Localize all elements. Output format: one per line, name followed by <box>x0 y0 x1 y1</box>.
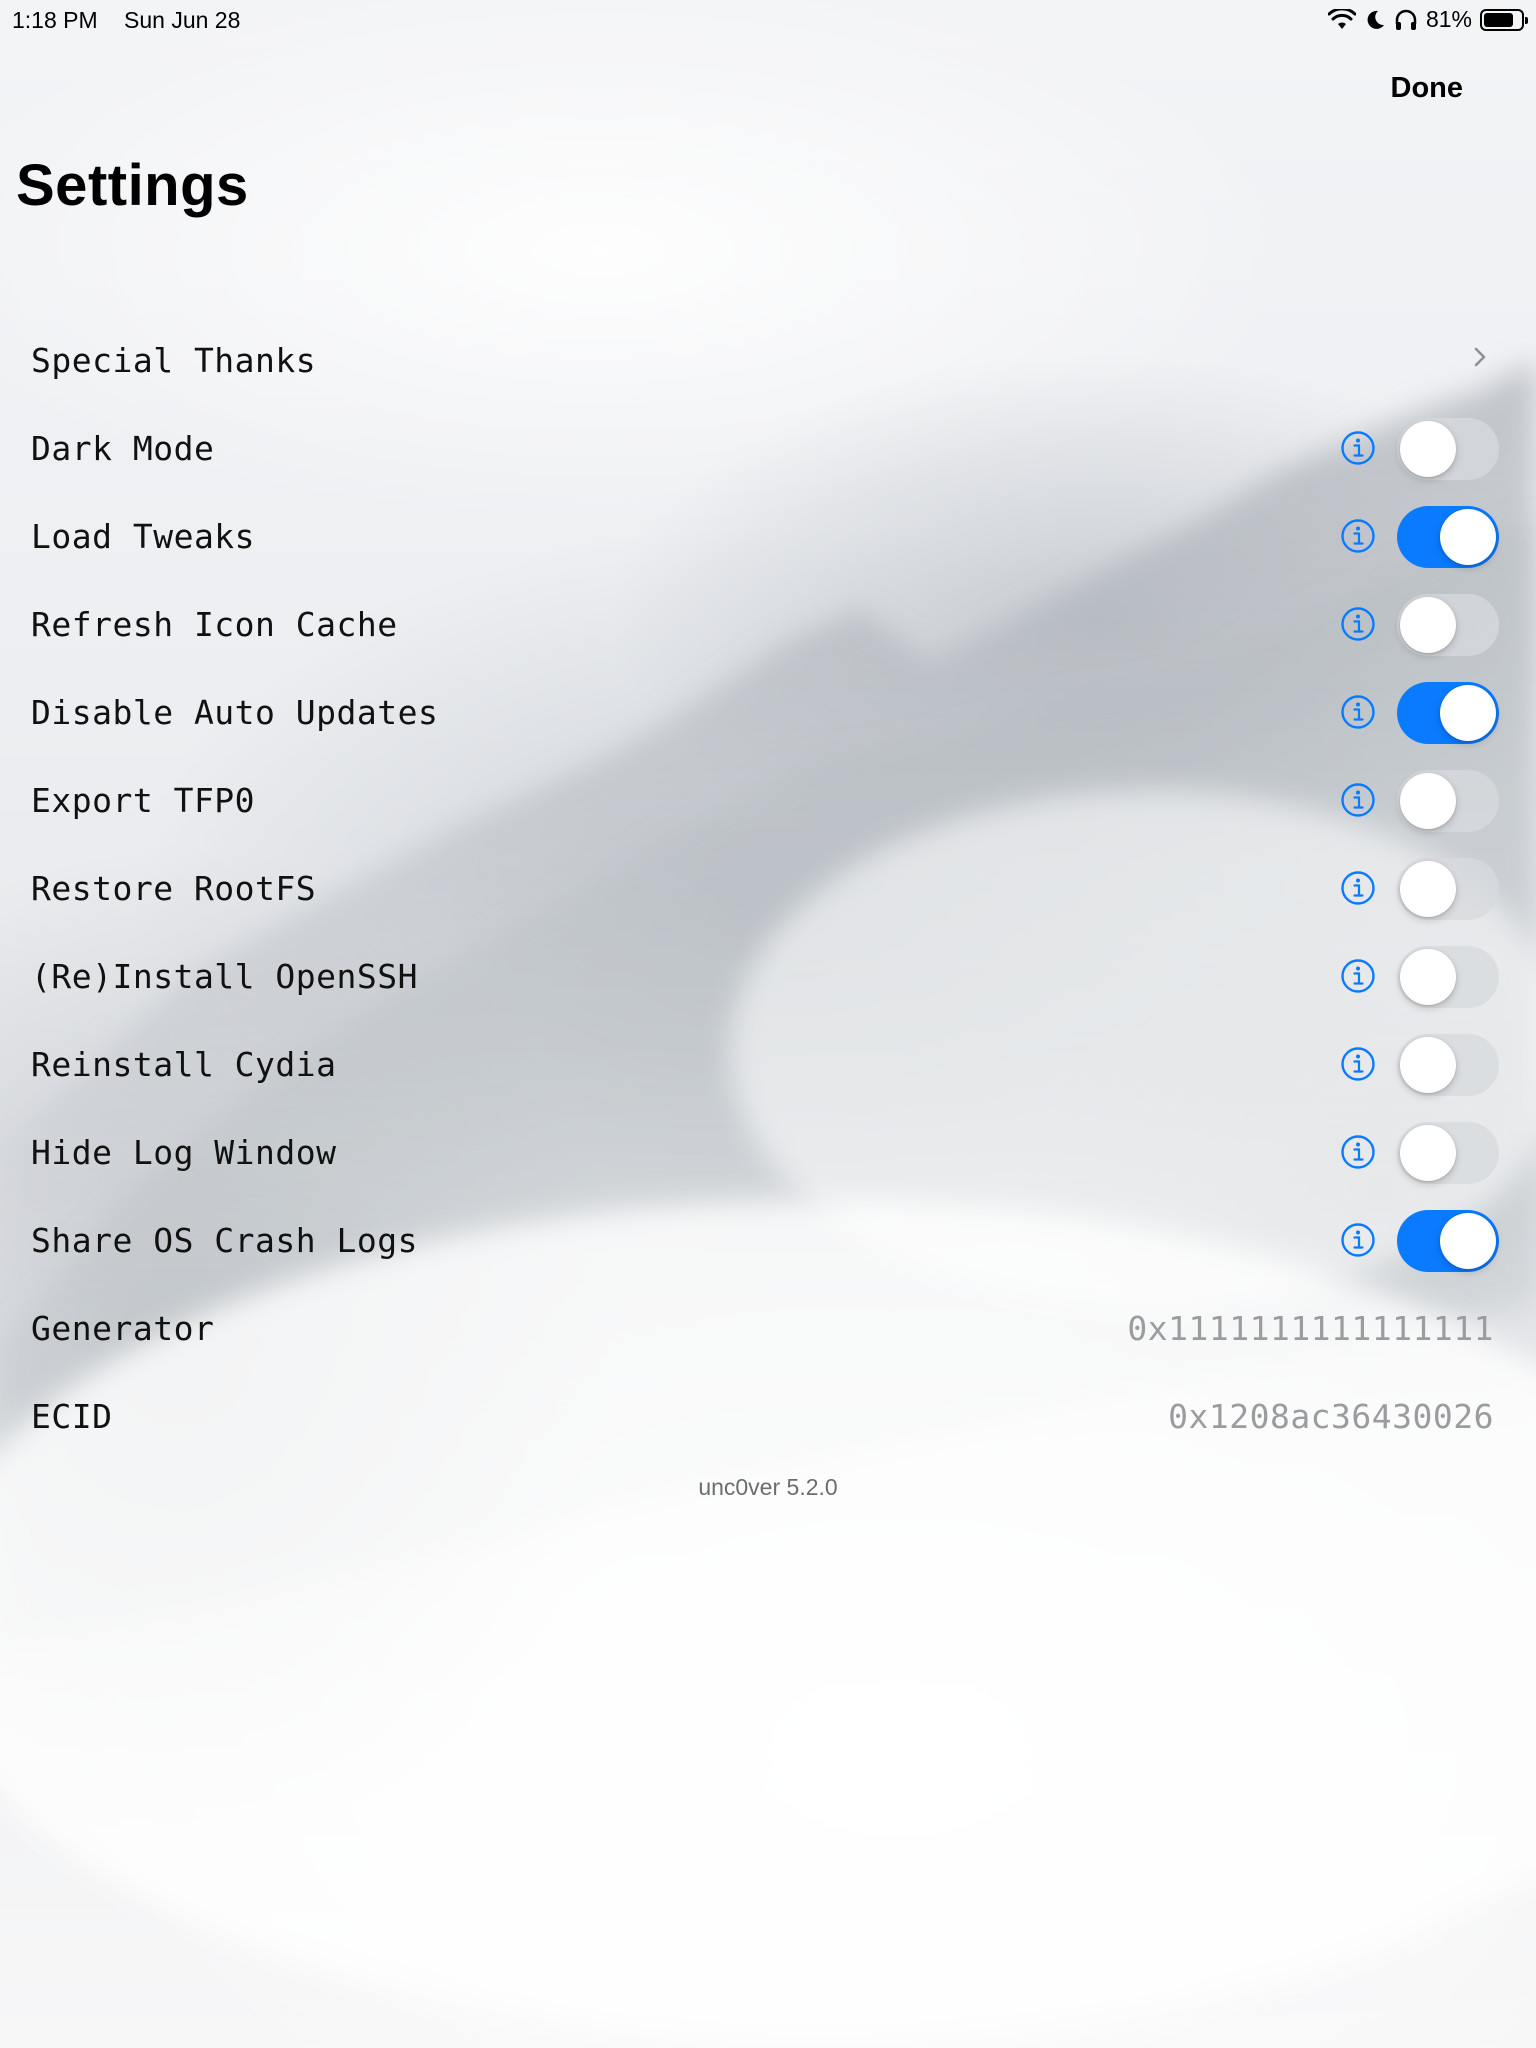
row-label: Reinstall Cydia <box>31 1045 337 1084</box>
setting-row-restore-rootfs: Restore RootFS <box>0 845 1536 933</box>
settings-list: Special Thanks Dark Mode Load Tweaks Refre… <box>0 317 1536 1461</box>
setting-row-export-tfp0: Export TFP0 <box>0 757 1536 845</box>
version-label: unc0ver 5.2.0 <box>698 1474 838 1500</box>
toggle-switch[interactable] <box>1397 418 1499 480</box>
row-value: 0x1208ac36430026 <box>1168 1397 1494 1436</box>
row-label: Export TFP0 <box>31 781 256 820</box>
row-label: Refresh Icon Cache <box>31 605 398 644</box>
info-icon[interactable] <box>1340 1222 1376 1258</box>
toggle-switch[interactable] <box>1397 506 1499 568</box>
info-icon[interactable] <box>1340 958 1376 994</box>
status-date: Sun Jun 28 <box>124 7 241 33</box>
toggle-switch[interactable] <box>1397 946 1499 1008</box>
toggle-knob <box>1400 861 1456 917</box>
info-icon[interactable] <box>1340 1134 1376 1170</box>
toggle-knob <box>1440 1213 1496 1269</box>
setting-row-re-install-openssh: (Re)Install OpenSSH <box>0 933 1536 1021</box>
toggle-switch[interactable] <box>1397 594 1499 656</box>
setting-row-reinstall-cydia: Reinstall Cydia <box>0 1021 1536 1109</box>
row-label: Generator <box>31 1309 215 1348</box>
toggle-switch[interactable] <box>1397 1210 1499 1272</box>
row-label: Hide Log Window <box>31 1133 337 1172</box>
row-label: Disable Auto Updates <box>31 693 439 732</box>
toggle-switch[interactable] <box>1397 1034 1499 1096</box>
toggle-knob <box>1440 509 1496 565</box>
toggle-knob <box>1400 1125 1456 1181</box>
row-label: ECID <box>31 1397 113 1436</box>
value-row-generator[interactable]: Generator 0x1111111111111111 <box>0 1285 1536 1373</box>
toggle-knob <box>1400 949 1456 1005</box>
info-icon[interactable] <box>1340 870 1376 906</box>
row-label: Special Thanks <box>31 341 317 380</box>
special-thanks-row[interactable]: Special Thanks <box>0 317 1536 405</box>
setting-row-disable-auto-updates: Disable Auto Updates <box>0 669 1536 757</box>
status-bar: 1:18 PM Sun Jun 28 81% <box>0 0 1536 40</box>
info-icon[interactable] <box>1340 606 1376 642</box>
row-label: Dark Mode <box>31 429 215 468</box>
chevron-right-icon <box>1474 347 1486 367</box>
toggle-knob <box>1440 685 1496 741</box>
info-icon[interactable] <box>1340 782 1376 818</box>
moon-icon <box>1367 10 1384 29</box>
toggle-switch[interactable] <box>1397 682 1499 744</box>
setting-row-share-os-crash-logs: Share OS Crash Logs <box>0 1197 1536 1285</box>
toggle-knob <box>1400 773 1456 829</box>
battery-percent: 81% <box>1425 6 1472 32</box>
toggle-knob <box>1400 597 1456 653</box>
wifi-icon <box>1327 8 1356 29</box>
info-icon[interactable] <box>1340 1046 1376 1082</box>
page-title: Settings <box>16 153 249 218</box>
value-row-ecid[interactable]: ECID 0x1208ac36430026 <box>0 1373 1536 1461</box>
row-value: 0x1111111111111111 <box>1127 1309 1494 1348</box>
info-icon[interactable] <box>1340 518 1376 554</box>
row-label: Load Tweaks <box>31 517 256 556</box>
toggle-switch[interactable] <box>1397 858 1499 920</box>
status-indicators: 81% <box>1327 6 1528 33</box>
setting-row-dark-mode: Dark Mode <box>0 405 1536 493</box>
status-time: 1:18 PM <box>12 7 98 33</box>
info-icon[interactable] <box>1340 430 1376 466</box>
setting-row-refresh-icon-cache: Refresh Icon Cache <box>0 581 1536 669</box>
toggle-switch[interactable] <box>1397 1122 1499 1184</box>
done-button[interactable]: Done <box>1391 72 1464 105</box>
info-icon[interactable] <box>1340 694 1376 730</box>
setting-row-hide-log-window: Hide Log Window <box>0 1109 1536 1197</box>
battery-icon <box>1480 8 1528 31</box>
toggle-knob <box>1400 1037 1456 1093</box>
battery-fill <box>1484 12 1514 27</box>
setting-row-load-tweaks: Load Tweaks <box>0 493 1536 581</box>
toggle-switch[interactable] <box>1397 770 1499 832</box>
toggle-knob <box>1400 421 1456 477</box>
row-label: (Re)Install OpenSSH <box>31 957 418 996</box>
headphones-icon <box>1395 9 1417 30</box>
row-label: Restore RootFS <box>31 869 317 908</box>
row-label: Share OS Crash Logs <box>31 1221 418 1260</box>
